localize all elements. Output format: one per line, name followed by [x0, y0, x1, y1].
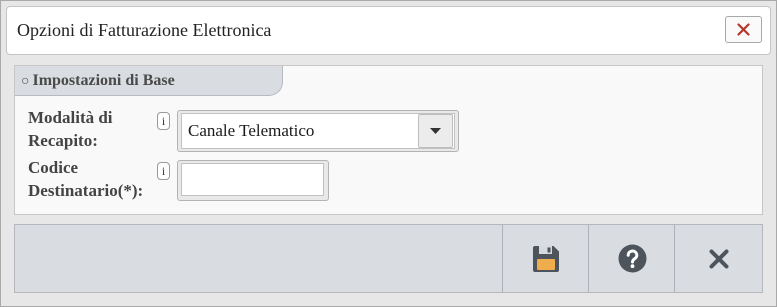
dialog-close-button[interactable] — [725, 16, 762, 43]
save-icon — [533, 245, 559, 272]
bottom-toolbar — [14, 224, 763, 293]
section-tab[interactable]: ○ Impostazioni di Base — [15, 66, 283, 96]
section-title: Impostazioni di Base — [32, 72, 175, 89]
close-icon — [709, 249, 728, 268]
help-icon — [618, 244, 646, 273]
dialog-titlebar: Opzioni di Fatturazione Elettronica — [6, 6, 771, 55]
close-icon — [737, 23, 750, 36]
delivery-mode-label: Modalità di Recapito: — [28, 108, 113, 150]
recipient-code-label: Codice Destinatario(*): — [28, 158, 144, 200]
section-bullet: ○ — [21, 74, 30, 89]
delivery-mode-value: Canale Telematico — [188, 121, 315, 140]
dialog-title: Opzioni di Fatturazione Elettronica — [17, 20, 272, 40]
delivery-mode-dropdown-button[interactable] — [418, 114, 453, 148]
dialog-window: Opzioni di Fatturazione Elettronica ○ Imp… — [0, 0, 777, 307]
help-button[interactable] — [588, 225, 675, 292]
close-button[interactable] — [674, 225, 762, 292]
delivery-mode-frame: Canale Telematico — [177, 110, 459, 152]
recipient-code-input[interactable] — [181, 163, 324, 196]
save-button[interactable] — [502, 225, 589, 292]
info-icon[interactable]: i — [157, 112, 170, 130]
info-icon[interactable]: i — [157, 162, 170, 180]
chevron-down-icon — [430, 128, 441, 134]
settings-panel: ○ Impostazioni di Base Modalità di Recapi… — [14, 65, 763, 215]
recipient-code-frame — [177, 160, 329, 201]
delivery-mode-select[interactable]: Canale Telematico — [181, 113, 455, 149]
